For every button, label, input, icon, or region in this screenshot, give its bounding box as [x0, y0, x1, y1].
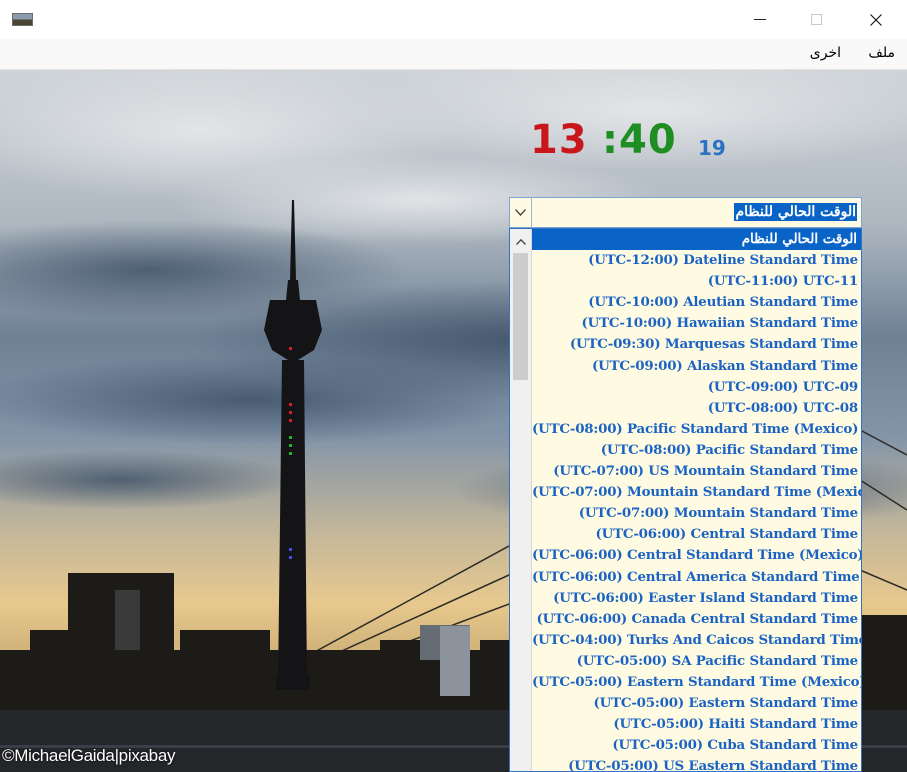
timezone-option[interactable]: (UTC-08:00) Pacific Standard Time — [532, 440, 861, 461]
chevron-down-icon — [515, 209, 526, 216]
timezone-option[interactable]: (UTC-10:00) Aleutian Standard Time — [532, 292, 861, 313]
scroll-up-button[interactable] — [510, 231, 531, 253]
timezone-option[interactable]: (UTC-11:00) UTC-11 — [532, 271, 861, 292]
timezone-option[interactable]: (UTC-09:00) UTC-09 — [532, 377, 861, 398]
timezone-option[interactable]: (UTC-08:00) UTC-08 — [532, 398, 861, 419]
timezone-option[interactable]: (UTC-06:00) Central America Standard Tim… — [532, 567, 861, 588]
timezone-option[interactable]: (UTC-06:00) Central Standard Time — [532, 524, 861, 545]
timezone-option[interactable]: (UTC-07:00) Mountain Standard Time (Mexi… — [532, 482, 861, 503]
maximize-button[interactable] — [793, 0, 839, 39]
timezone-option[interactable]: (UTC-07:00) Mountain Standard Time — [532, 503, 861, 524]
timezone-combo-value[interactable]: الوقت الحالي للنظام — [734, 203, 857, 221]
timezone-option-selected[interactable]: الوقت الحالي للنظام — [532, 229, 861, 251]
vertical-scrollbar[interactable] — [510, 229, 532, 771]
combo-dropdown-button[interactable] — [510, 198, 532, 227]
title-bar — [0, 0, 907, 39]
chevron-up-icon — [515, 239, 526, 245]
timezone-combobox[interactable]: الوقت الحالي للنظام — [509, 197, 862, 228]
close-button[interactable] — [853, 0, 899, 39]
clock-hours: 13 — [530, 117, 588, 163]
timezone-option[interactable]: (UTC-08:00) Pacific Standard Time (Mexic… — [532, 419, 861, 440]
timezone-option[interactable]: (UTC-12:00) Dateline Standard Time — [532, 250, 861, 271]
timezone-option[interactable]: (UTC-06:00) Canada Central Standard Time — [532, 609, 861, 630]
minimize-button[interactable] — [737, 0, 783, 39]
timezone-option[interactable]: (UTC-04:00) Turks And Caicos Standard Ti… — [532, 630, 861, 651]
timezone-dropdown-list[interactable]: الوقت الحالي للنظام (UTC-12:00) Dateline … — [509, 228, 862, 772]
timezone-option[interactable]: (UTC-05:00) SA Pacific Standard Time — [532, 651, 861, 672]
scroll-thumb[interactable] — [513, 253, 528, 380]
clock-seconds: 19 — [698, 136, 726, 160]
timezone-option[interactable]: (UTC-07:00) US Mountain Standard Time — [532, 461, 861, 482]
timezone-option[interactable]: (UTC-05:00) Eastern Standard Time (Mexic… — [532, 672, 861, 693]
clock-minutes: :40 — [602, 117, 677, 163]
photo-credit: ©MichaelGaida|pixabay — [2, 746, 176, 765]
menu-bar: ملف اخرى — [0, 39, 907, 70]
menu-file[interactable]: ملف — [868, 45, 895, 61]
timezone-option[interactable]: (UTC-05:00) Haiti Standard Time — [532, 714, 861, 735]
close-icon — [870, 13, 882, 26]
app-icon — [12, 13, 33, 26]
timezone-options: الوقت الحالي للنظام (UTC-12:00) Dateline … — [532, 229, 861, 771]
timezone-option[interactable]: (UTC-05:00) US Eastern Standard Time — [532, 756, 861, 771]
timezone-option[interactable]: (UTC-10:00) Hawaiian Standard Time — [532, 313, 861, 334]
timezone-option[interactable]: (UTC-09:30) Marquesas Standard Time — [532, 334, 861, 355]
menu-other[interactable]: اخرى — [810, 45, 841, 61]
maximize-icon — [810, 14, 822, 25]
timezone-option[interactable]: (UTC-05:00) Cuba Standard Time — [532, 735, 861, 756]
timezone-option[interactable]: (UTC-05:00) Eastern Standard Time — [532, 693, 861, 714]
timezone-option[interactable]: (UTC-09:00) Alaskan Standard Time — [532, 356, 861, 377]
timezone-option[interactable]: (UTC-06:00) Easter Island Standard Time — [532, 588, 861, 609]
minimize-icon — [754, 19, 766, 20]
timezone-option[interactable]: (UTC-06:00) Central Standard Time (Mexic… — [532, 545, 861, 566]
